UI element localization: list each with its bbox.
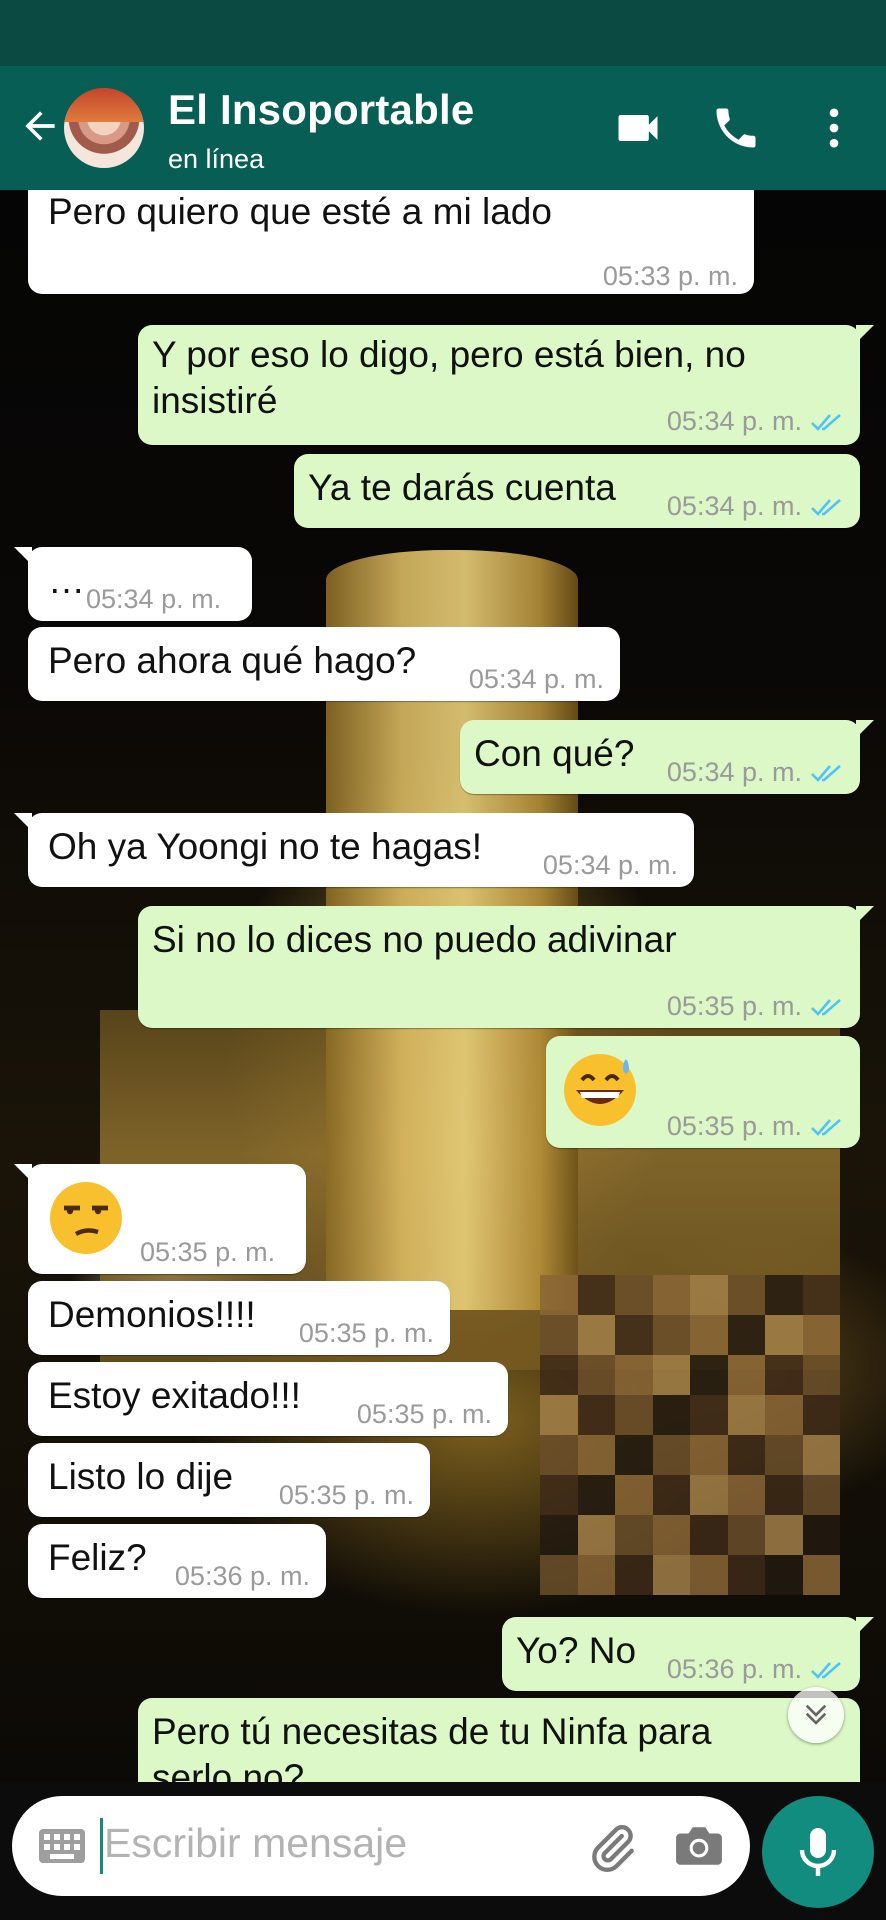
- avatar[interactable]: [64, 88, 144, 168]
- mic-button[interactable]: [762, 1796, 874, 1908]
- message-bubble[interactable]: Pero quiero que esté a mi lado 05:33 p. …: [28, 190, 754, 294]
- message-text: Y por eso lo digo, pero está bien, no: [152, 334, 746, 375]
- keyboard-icon[interactable]: [38, 1828, 86, 1864]
- more-vert-icon[interactable]: [808, 102, 860, 154]
- message-text-line2: serlo no?: [152, 1757, 305, 1782]
- message-bubble[interactable]: Con qué? 05:34 p. m.: [460, 720, 874, 794]
- message-text: Ya te darás cuenta: [308, 467, 616, 508]
- message-text: Feliz?: [48, 1537, 147, 1578]
- message-text: Pero tú necesitas de tu Ninfa para: [152, 1711, 712, 1752]
- message-bubble[interactable]: Demonios!!!! 05:35 p. m.: [28, 1281, 450, 1355]
- contact-name[interactable]: El Insoportable: [168, 86, 474, 134]
- status-bar: [0, 0, 886, 66]
- message-input[interactable]: Escribir mensaje: [12, 1796, 750, 1896]
- message-bubble[interactable]: Si no lo dices no puedo adivinar 05:35 p…: [138, 906, 874, 1028]
- message-time: 05:35 p. m.: [140, 1237, 276, 1267]
- message-bubble[interactable]: Pero ahora qué hago? 05:34 p. m.: [28, 627, 620, 701]
- message-bubble[interactable]: Listo lo dije 05:35 p. m.: [28, 1443, 430, 1517]
- message-bubble[interactable]: 05:35 p. m.: [14, 1164, 306, 1274]
- message-time: 05:33 p. m.: [602, 261, 738, 291]
- pixelated-region: [540, 1275, 840, 1595]
- read-ticks-icon: [811, 499, 841, 516]
- read-ticks-icon: [811, 765, 841, 782]
- message-text: Yo? No: [516, 1630, 637, 1671]
- message-text: Oh ya Yoongi no te hagas!: [48, 826, 483, 867]
- message-bubble[interactable]: Ya te darás cuenta 05:34 p. m.: [294, 454, 860, 528]
- text-caret: [100, 1818, 103, 1874]
- contact-status: en línea: [168, 144, 265, 174]
- double-chevron-down-icon: [805, 1704, 827, 1725]
- message-time: 05:34 p. m.: [666, 491, 802, 521]
- message-time: 05:36 p. m.: [174, 1561, 310, 1591]
- message-text: Estoy exitado!!!: [48, 1375, 301, 1416]
- message-text: Pero quiero que esté a mi lado: [48, 191, 552, 232]
- message-time: 05:36 p. m.: [666, 1654, 802, 1684]
- message-time: 05:35 p. m.: [278, 1480, 414, 1510]
- read-ticks-icon: [811, 1119, 841, 1136]
- read-ticks-icon: [811, 999, 841, 1016]
- message-text: Con qué?: [474, 733, 635, 774]
- video-call-icon[interactable]: [612, 102, 664, 154]
- message-bubble[interactable]: Estoy exitado!!! 05:35 p. m.: [28, 1362, 508, 1436]
- message-time: 05:35 p. m.: [356, 1399, 492, 1429]
- attach-icon[interactable]: [586, 1822, 638, 1874]
- grinning-face-with-sweat-icon: [564, 1054, 636, 1126]
- camera-icon[interactable]: [674, 1824, 724, 1868]
- message-text: Listo lo dije: [48, 1456, 234, 1497]
- mic-icon: [799, 1828, 837, 1876]
- message-time: 05:34 p. m.: [542, 850, 678, 880]
- message-bubble[interactable]: Yo? No 05:36 p. m.: [502, 1617, 874, 1691]
- unamused-face-icon: [50, 1182, 122, 1254]
- message-text: Si no lo dices no puedo adivinar: [152, 919, 677, 960]
- composer-bar: Escribir mensaje: [0, 1782, 886, 1920]
- scroll-to-bottom-button[interactable]: [788, 1687, 844, 1743]
- message-bubble[interactable]: Oh ya Yoongi no te hagas! 05:34 p. m.: [14, 813, 694, 887]
- input-placeholder: Escribir mensaje: [104, 1820, 408, 1866]
- read-ticks-icon: [811, 414, 841, 431]
- message-time: 05:35 p. m.: [666, 991, 802, 1021]
- message-time: 05:35 p. m.: [298, 1318, 434, 1348]
- message-bubble[interactable]: Pero tú necesitas de tu Ninfa para serlo…: [138, 1698, 860, 1782]
- message-bubble[interactable]: 05:35 p. m.: [546, 1036, 860, 1148]
- message-bubble[interactable]: Feliz? 05:36 p. m.: [28, 1524, 326, 1598]
- message-bubble[interactable]: Y por eso lo digo, pero está bien, no in…: [138, 325, 874, 445]
- message-text: …: [48, 560, 85, 601]
- message-text: Demonios!!!!: [48, 1294, 256, 1335]
- message-bubble[interactable]: … 05:34 p. m.: [14, 547, 252, 621]
- message-time: 05:34 p. m.: [666, 757, 802, 787]
- phone-icon[interactable]: [710, 102, 762, 154]
- back-arrow-icon[interactable]: [18, 104, 62, 148]
- message-time: 05:34 p. m.: [468, 664, 604, 694]
- chat-area[interactable]: Pero quiero que esté a mi lado 05:33 p. …: [0, 190, 886, 1782]
- message-text-line2: insistiré: [152, 380, 278, 421]
- message-time: 05:34 p. m.: [666, 406, 802, 436]
- chat-header: El Insoportable en línea: [0, 66, 886, 190]
- read-ticks-icon: [811, 1662, 841, 1679]
- message-time: 05:34 p. m.: [86, 584, 222, 614]
- message-time: 05:35 p. m.: [666, 1111, 802, 1141]
- message-text: Pero ahora qué hago?: [48, 640, 417, 681]
